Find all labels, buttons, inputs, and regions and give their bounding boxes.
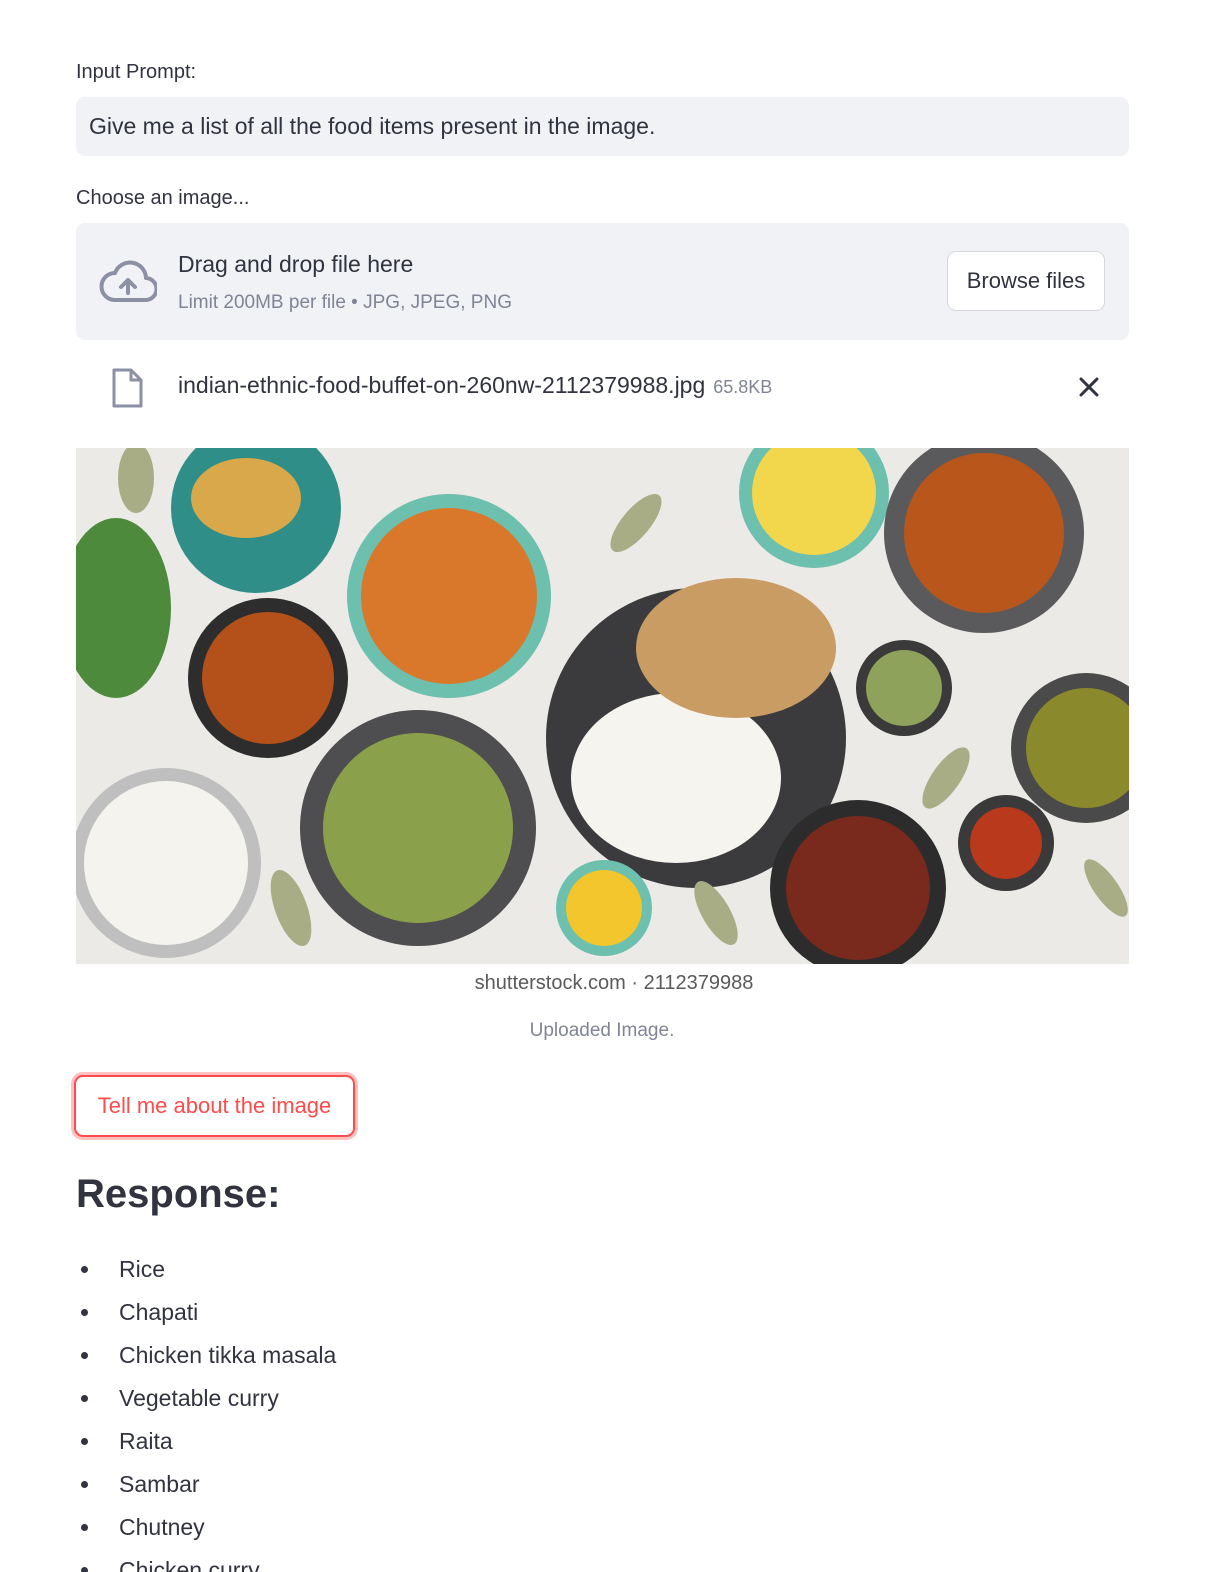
- list-item-text: Raita: [119, 1428, 173, 1454]
- list-item-text: Sambar: [119, 1471, 200, 1497]
- image-caption: Uploaded Image.: [529, 1020, 675, 1041]
- file-name-text: indian-ethnic-food-buffet-on-260nw-21123…: [178, 372, 706, 398]
- list-item-text: Rice: [119, 1256, 166, 1282]
- list-item-text: Chicken tikka masala: [119, 1342, 337, 1368]
- response-list: Rice Chapati Chicken tikka masala Vegeta…: [76, 1248, 336, 1572]
- drop-limit-text: Limit 200MB per file • JPG, JPEG, PNG: [178, 292, 512, 313]
- list-item-text: Chicken curry: [119, 1557, 260, 1572]
- cloud-upload-icon: [99, 260, 157, 302]
- list-item-text: Vegetable curry: [119, 1385, 279, 1411]
- food-photo: [76, 448, 1129, 964]
- response-heading: Response:: [76, 1172, 281, 1216]
- bullet-icon: [81, 1481, 88, 1488]
- prompt-input[interactable]: Give me a list of all the food items pre…: [76, 97, 1129, 156]
- close-icon[interactable]: [1076, 374, 1102, 400]
- list-item: Sambar: [76, 1463, 336, 1506]
- bullet-icon: [81, 1309, 88, 1316]
- list-item: Chutney: [76, 1506, 336, 1549]
- uploader-label: Choose an image...: [76, 187, 250, 209]
- bullet-icon: [81, 1524, 88, 1531]
- bullet-icon: [81, 1395, 88, 1402]
- bullet-icon: [81, 1567, 88, 1572]
- image-watermark: shutterstock.com · 2112379988: [474, 972, 754, 994]
- app-page: Input Prompt: Give me a list of all the …: [0, 0, 1228, 1572]
- prompt-label: Input Prompt:: [76, 61, 197, 83]
- list-item: Chicken curry: [76, 1549, 336, 1572]
- bullet-icon: [81, 1266, 88, 1273]
- uploaded-image: [76, 448, 1129, 964]
- drop-title: Drag and drop file here: [178, 251, 414, 277]
- tell-me-about-image-button[interactable]: Tell me about the image: [74, 1075, 355, 1137]
- list-item: Raita: [76, 1420, 336, 1463]
- file-icon: [112, 368, 143, 408]
- bullet-icon: [81, 1438, 88, 1445]
- file-size: 65.8KB: [713, 377, 773, 397]
- browse-files-button[interactable]: Browse files: [947, 251, 1105, 311]
- uploaded-file-row: indian-ethnic-food-buffet-on-260nw-21123…: [76, 360, 1129, 414]
- list-item: Vegetable curry: [76, 1377, 336, 1420]
- list-item-text: Chapati: [119, 1299, 199, 1325]
- file-dropzone[interactable]: Drag and drop file here Limit 200MB per …: [76, 223, 1129, 340]
- list-item: Rice: [76, 1248, 336, 1291]
- list-item: Chicken tikka masala: [76, 1334, 336, 1377]
- file-name: indian-ethnic-food-buffet-on-260nw-21123…: [178, 372, 772, 399]
- list-item: Chapati: [76, 1291, 336, 1334]
- list-item-text: Chutney: [119, 1514, 205, 1540]
- bullet-icon: [81, 1352, 88, 1359]
- prompt-input-value: Give me a list of all the food items pre…: [89, 113, 656, 139]
